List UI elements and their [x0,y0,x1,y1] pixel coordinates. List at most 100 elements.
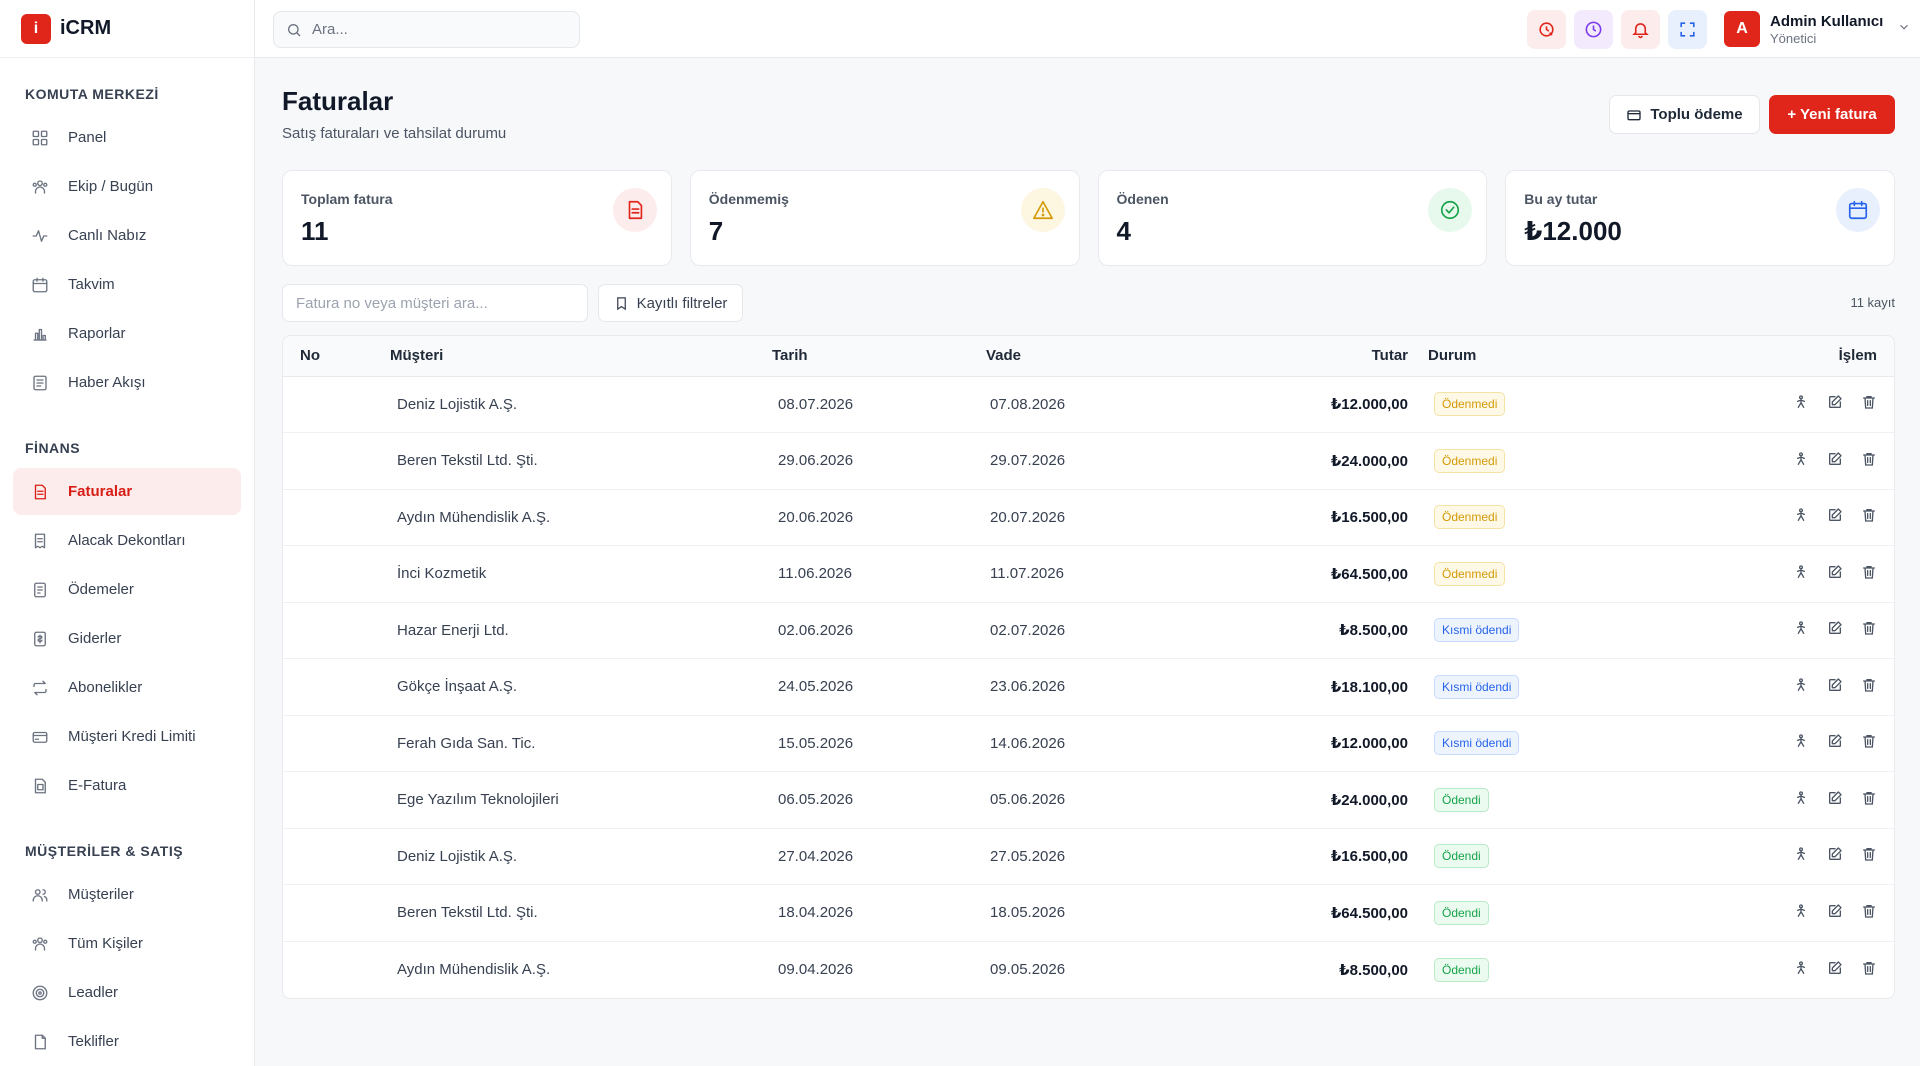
cell-customer[interactable]: Aydın Mühendislik A.Ş. [383,489,765,546]
cell-customer[interactable]: Gökçe İnşaat A.Ş. [383,658,765,716]
sidebar-item-repeat[interactable]: Abonelikler [13,664,241,711]
global-search-input[interactable] [312,21,562,38]
trash-icon[interactable] [1861,733,1877,749]
edit-icon[interactable] [1827,846,1843,862]
cell-due: 23.06.2026 [983,658,1303,716]
col-amount[interactable]: Tutar [1303,336,1418,377]
global-search[interactable] [273,11,580,48]
sidebar-item-label: Müşteriler [68,886,134,903]
col-no[interactable]: No [283,336,383,377]
stat-card: Bu ay tutar ₺12.000 [1505,170,1895,266]
sidebar-item-team[interactable]: Ekip / Bugün [13,163,241,210]
assign-icon[interactable] [1793,846,1809,862]
table-row[interactable]: Gökçe İnşaat A.Ş. 24.05.2026 23.06.2026 … [283,658,1894,716]
new-invoice-button[interactable]: + Yeni fatura [1769,95,1895,134]
cell-amount: ₺12.000,00 [1303,376,1418,433]
table-row[interactable]: İnci Kozmetik 11.06.2026 11.07.2026 ₺64.… [283,545,1894,603]
trash-icon[interactable] [1861,620,1877,636]
assign-icon[interactable] [1793,903,1809,919]
assign-icon[interactable] [1793,733,1809,749]
edit-icon[interactable] [1827,451,1843,467]
trash-icon[interactable] [1861,451,1877,467]
edit-icon[interactable] [1827,903,1843,919]
cell-customer[interactable]: İnci Kozmetik [383,545,765,603]
table-row[interactable]: Ferah Gıda San. Tic. 15.05.2026 14.06.20… [283,715,1894,772]
edit-icon[interactable] [1827,790,1843,806]
sidebar-item-receipt[interactable]: Alacak Dekontları [13,517,241,564]
trash-icon[interactable] [1861,960,1877,976]
table-row[interactable]: Deniz Lojistik A.Ş. 08.07.2026 07.08.202… [283,376,1894,433]
edit-icon[interactable] [1827,564,1843,580]
sidebar-item-users[interactable]: Müşteriler [13,871,241,918]
col-due[interactable]: Vade [983,336,1303,377]
table-row[interactable]: Aydın Mühendislik A.Ş. 20.06.2026 20.07.… [283,489,1894,546]
sidebar-item-e-invoice[interactable]: E-Fatura [13,762,241,809]
trash-icon[interactable] [1861,394,1877,410]
col-date[interactable]: Tarih [765,336,983,377]
cell-due: 14.06.2026 [983,715,1303,772]
edit-icon[interactable] [1827,620,1843,636]
assign-icon[interactable] [1793,564,1809,580]
sidebar-item-credit-card[interactable]: Müşteri Kredi Limiti [13,713,241,760]
saved-filters-button[interactable]: Kayıtlı filtreler [598,284,743,322]
trash-icon[interactable] [1861,903,1877,919]
user-menu[interactable]: A Admin Kullanıcı Yönetici [1724,11,1911,47]
assign-icon[interactable] [1793,790,1809,806]
edit-icon[interactable] [1827,507,1843,523]
col-customer[interactable]: Müşteri [383,336,765,377]
sidebar-item-invoice[interactable]: Faturalar [13,468,241,515]
bell-icon[interactable] [1621,10,1660,49]
table-row[interactable]: Beren Tekstil Ltd. Şti. 18.04.2026 18.05… [283,884,1894,942]
sidebar-item-expense[interactable]: Giderler [13,615,241,662]
table-row[interactable]: Aydın Mühendislik A.Ş. 09.04.2026 09.05.… [283,941,1894,998]
cell-customer[interactable]: Deniz Lojistik A.Ş. [383,376,765,433]
sidebar-item-file[interactable]: Teklifler [13,1018,241,1065]
table-row[interactable]: Hazar Enerji Ltd. 02.06.2026 02.07.2026 … [283,602,1894,659]
col-action: İşlem [1694,336,1894,377]
repeat-icon [30,678,49,697]
edit-icon[interactable] [1827,394,1843,410]
sidebar-item-contacts[interactable]: Tüm Kişiler [13,920,241,967]
trash-icon[interactable] [1861,846,1877,862]
alarm-clock-icon[interactable] [1527,10,1566,49]
cell-customer[interactable]: Aydın Mühendislik A.Ş. [383,941,765,998]
fullscreen-icon[interactable] [1668,10,1707,49]
sidebar-item-target[interactable]: Leadler [13,969,241,1016]
cell-customer[interactable]: Hazar Enerji Ltd. [383,602,765,659]
trash-icon[interactable] [1861,507,1877,523]
assign-icon[interactable] [1793,394,1809,410]
edit-icon[interactable] [1827,677,1843,693]
edit-icon[interactable] [1827,960,1843,976]
table-row[interactable]: Ege Yazılım Teknolojileri 06.05.2026 05.… [283,771,1894,829]
table-row[interactable]: Beren Tekstil Ltd. Şti. 29.06.2026 29.07… [283,432,1894,490]
assign-icon[interactable] [1793,960,1809,976]
cell-customer[interactable]: Ege Yazılım Teknolojileri [383,771,765,829]
sidebar-item-bar-chart[interactable]: Raporlar [13,310,241,357]
sidebar-item-payment[interactable]: Ödemeler [13,566,241,613]
cell-customer[interactable]: Deniz Lojistik A.Ş. [383,828,765,885]
page-subtitle: Satış faturaları ve tahsilat durumu [282,125,507,142]
assign-icon[interactable] [1793,507,1809,523]
edit-icon[interactable] [1827,733,1843,749]
trash-icon[interactable] [1861,564,1877,580]
invoice-search-input[interactable] [282,284,588,322]
col-status[interactable]: Durum [1418,336,1694,377]
trash-icon[interactable] [1861,790,1877,806]
status-badge: Ödendi [1434,844,1489,869]
nav-section-title: KOMUTA MERKEZİ [25,86,159,102]
assign-icon[interactable] [1793,677,1809,693]
cell-customer[interactable]: Beren Tekstil Ltd. Şti. [383,432,765,490]
cell-customer[interactable]: Beren Tekstil Ltd. Şti. [383,884,765,942]
sidebar-item-grid[interactable]: Panel [13,114,241,161]
sidebar-item-calendar[interactable]: Takvim [13,261,241,308]
trash-icon[interactable] [1861,677,1877,693]
cell-customer[interactable]: Ferah Gıda San. Tic. [383,715,765,772]
assign-icon[interactable] [1793,451,1809,467]
sidebar-item-pulse[interactable]: Canlı Nabız [13,212,241,259]
bulk-payment-button[interactable]: Toplu ödeme [1609,95,1760,134]
table-row[interactable]: Deniz Lojistik A.Ş. 27.04.2026 27.05.202… [283,828,1894,885]
clock-icon[interactable] [1574,10,1613,49]
sidebar-item-news[interactable]: Haber Akışı [13,359,241,406]
assign-icon[interactable] [1793,620,1809,636]
brand[interactable]: i iCRM [0,0,254,58]
